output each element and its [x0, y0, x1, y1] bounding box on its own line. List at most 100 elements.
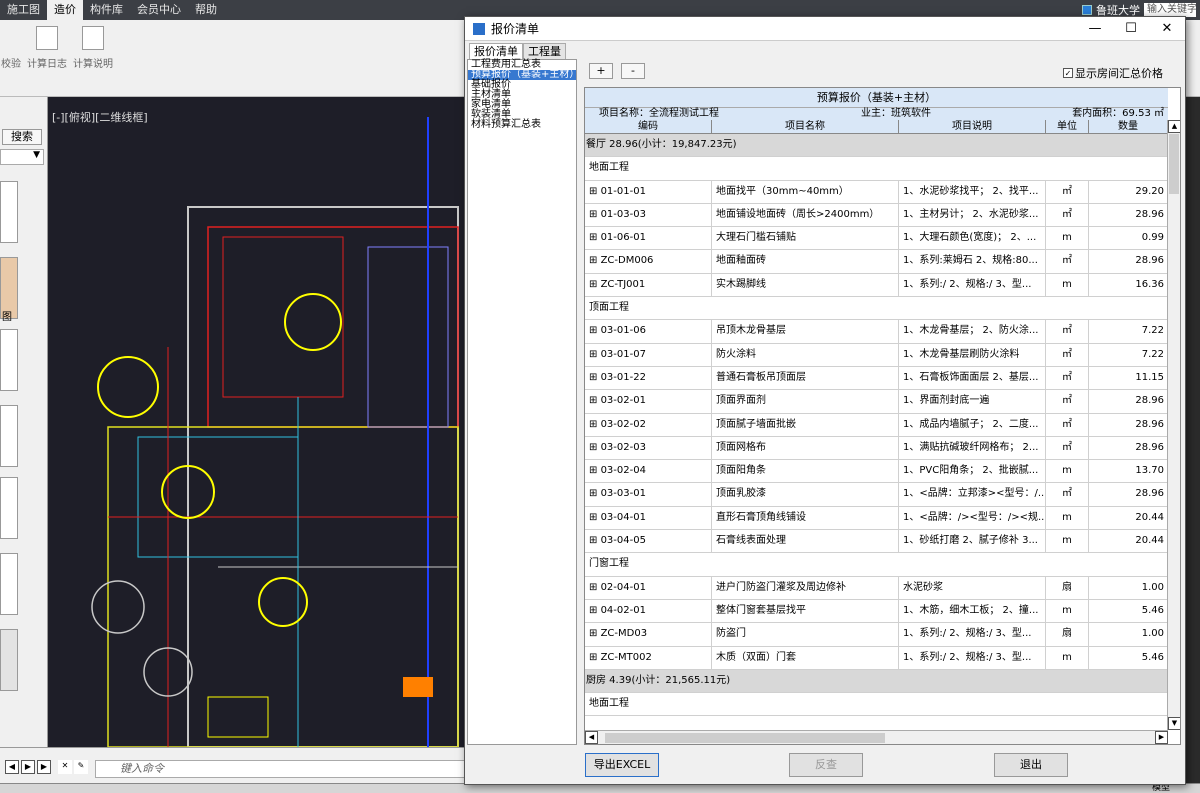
table-row[interactable]: ⊞ 01-03-03 地面铺设地面砖（周长>2400mm） 1、主材另计； 2、水泥… — [585, 203, 1168, 228]
close-cmd-icon[interactable]: ✕ — [58, 760, 72, 774]
col-unit[interactable]: 单位 — [1046, 120, 1089, 134]
tab-quote-list[interactable]: 报价清单 — [469, 43, 523, 59]
nav-last-icon[interactable]: ▶ — [37, 760, 51, 774]
tree-item-material-budget[interactable]: 材料预算汇总表 — [468, 120, 576, 130]
command-input[interactable]: 键入命令 — [95, 760, 465, 778]
search-button[interactable]: 搜索 — [2, 129, 42, 145]
col-code[interactable]: 编码 — [585, 120, 712, 134]
calc-explain-button[interactable]: 计算说明 — [72, 26, 114, 70]
close-icon[interactable]: ✕ — [1149, 17, 1185, 41]
table-row[interactable]: ⊞ ZC-TJ001 实木踢脚线 1、系列:/ 2、规格:/ 3、型... m 16.3… — [585, 273, 1168, 298]
section-row[interactable]: 门窗工程 — [585, 553, 1168, 577]
table-row[interactable]: ⊞ 01-01-01 地面找平（30mm~40mm） 1、水泥砂浆找平； 2、找平.… — [585, 180, 1168, 204]
menu-zaojia[interactable]: 造价 — [47, 0, 83, 20]
expand-row-icon[interactable]: ⊞ — [589, 186, 601, 197]
table-row[interactable]: ⊞ 03-03-01 顶面乳胶漆 1、<品牌：立邦漆><型号：/... ㎡ 28.96 — [585, 483, 1168, 507]
group-row[interactable]: 餐厅 28.96(小计：19,847.23元) — [585, 134, 1168, 158]
col-name[interactable]: 项目名称 — [712, 120, 899, 134]
expand-row-icon[interactable]: ⊞ — [589, 488, 601, 499]
wrench-icon[interactable]: ✎ — [74, 760, 88, 774]
keyword-search-input[interactable]: 输入关键字 — [1144, 3, 1196, 17]
table-row[interactable]: ⊞ 03-01-22 普通石膏板吊顶面层 1、石膏板饰面面层 2、基层... ㎡ 11.… — [585, 366, 1168, 391]
cell-code-text: 03-03-01 — [600, 488, 646, 500]
expand-row-icon[interactable]: ⊞ — [589, 372, 601, 383]
check-button[interactable]: 校验 — [0, 26, 22, 70]
expand-row-icon[interactable]: ⊞ — [589, 232, 601, 243]
component-tile-door[interactable] — [0, 477, 18, 539]
expand-row-icon[interactable]: ⊞ — [589, 325, 601, 336]
section-row[interactable]: 地面工程 — [585, 157, 1168, 181]
table-row[interactable]: ⊞ 03-01-07 防火涂料 1、木龙骨基层刷防火涂料㎡ 7.22 — [585, 343, 1168, 367]
section-row[interactable]: 顶面工程 — [585, 297, 1168, 321]
table-row[interactable]: ⊞ 03-01-06 吊顶木龙骨基层 1、木龙骨基层； 2、防火涂... ㎡ 7.22 — [585, 320, 1168, 344]
table-row[interactable]: ⊞ 03-04-01 直形石膏顶角线铺设 1、<品牌：/><型号：/><规... m 2… — [585, 506, 1168, 531]
expand-row-icon[interactable]: ⊞ — [589, 582, 601, 593]
table-row[interactable]: ⊞ 03-04-05 石膏线表面处理 1、砂纸打磨 2、腻子修补 3... m 20.4… — [585, 530, 1168, 554]
nav-prev-icon[interactable]: ◀ — [5, 760, 19, 774]
expand-row-icon[interactable]: ⊞ — [589, 255, 601, 266]
menu-goujianku[interactable]: 构件库 — [83, 0, 130, 20]
col-qty[interactable]: 数量 — [1089, 120, 1168, 134]
table-row[interactable]: ⊞ ZC-MD03 防盗门 1、系列:/ 2、规格:/ 3、型... 扇 1.00 — [585, 623, 1168, 647]
scroll-left-icon[interactable]: ◀ — [585, 731, 598, 744]
expand-row-icon[interactable]: ⊞ — [589, 652, 601, 663]
cad-canvas[interactable]: [-][俯视][二维线框] — [48, 97, 466, 747]
expand-all-button[interactable]: + — [589, 63, 613, 79]
cell-code-text: 01-03-03 — [600, 208, 646, 220]
component-tile-panel[interactable] — [0, 405, 18, 467]
expand-row-icon[interactable]: ⊞ — [589, 512, 601, 523]
maximize-icon[interactable]: ☐ — [1113, 17, 1149, 41]
cell-code-text: 01-01-01 — [600, 185, 646, 197]
scroll-right-icon[interactable]: ▶ — [1155, 731, 1168, 744]
nav-next-icon[interactable]: ▶ — [21, 760, 35, 774]
component-tile-cube[interactable] — [0, 181, 18, 243]
expand-row-icon[interactable]: ⊞ — [589, 628, 601, 639]
col-desc[interactable]: 项目说明 — [899, 120, 1046, 134]
expand-row-icon[interactable]: ⊞ — [589, 442, 601, 453]
expand-row-icon[interactable]: ⊞ — [589, 279, 601, 290]
exit-button[interactable]: 退出 — [994, 753, 1068, 777]
table-row[interactable]: ⊞ 03-02-04 顶面阳角条 1、PVC阳角条； 2、批嵌腻... m 13.70 — [585, 460, 1168, 484]
table-row[interactable]: ⊞ 02-04-01 进户门防盗门灌浆及周边修补 水泥砂浆扇 1.00 — [585, 576, 1168, 600]
layout-icon[interactable] — [1082, 5, 1092, 15]
cell-unit: m — [1046, 227, 1089, 250]
table-row[interactable]: ⊞ 03-02-03 顶面网格布 1、满贴抗碱玻纤网格布； 2... ㎡ 28.96 — [585, 436, 1168, 461]
section-row[interactable]: 地面工程 — [585, 693, 1168, 717]
component-tile-window[interactable] — [0, 553, 18, 615]
expand-row-icon[interactable]: ⊞ — [589, 419, 601, 430]
show-room-total-checkbox[interactable]: ✓ 显示房间汇总价格 — [1063, 65, 1163, 81]
component-tile-line[interactable] — [0, 329, 18, 391]
export-excel-button[interactable]: 导出EXCEL — [585, 753, 659, 777]
category-dropdown[interactable]: ▼ — [0, 149, 44, 165]
menu-shigongtu[interactable]: 施工图 — [0, 0, 47, 20]
table-row[interactable]: ⊞ ZC-MT002 木质（双面）门套 1、系列:/ 2、规格:/ 3、型... m 5… — [585, 646, 1168, 670]
minimize-icon[interactable]: — — [1077, 17, 1113, 41]
vertical-scrollbar[interactable]: ▲ ▼ — [1167, 120, 1180, 730]
expand-row-icon[interactable]: ⊞ — [589, 465, 601, 476]
expand-row-icon[interactable]: ⊞ — [589, 535, 601, 546]
group-row[interactable]: 厨房 4.39(小计：21,565.11元) — [585, 669, 1168, 694]
horizontal-scrollbar[interactable]: ◀ ▶ — [585, 730, 1168, 744]
table-row[interactable]: ⊞ 04-02-01 整体门窗套基层找平 1、木筋，细木工板； 2、撞... m 5.4… — [585, 599, 1168, 624]
cell-code: ⊞ 03-01-22 — [585, 366, 712, 390]
hscroll-thumb[interactable] — [605, 733, 885, 743]
table-row[interactable]: ⊞ 03-02-01 顶面界面剂 1、界面剂封底一遍㎡ 28.96 — [585, 390, 1168, 414]
vscroll-thumb[interactable] — [1169, 134, 1179, 194]
menu-huiyuan[interactable]: 会员中心 — [130, 0, 188, 20]
tab-quantity[interactable]: 工程量 — [523, 43, 566, 59]
expand-row-icon[interactable]: ⊞ — [589, 349, 601, 360]
expand-row-icon[interactable]: ⊞ — [589, 209, 601, 220]
calc-log-button[interactable]: 计算日志 — [26, 26, 68, 70]
component-tile-cabinet[interactable] — [0, 629, 18, 691]
expand-row-icon[interactable]: ⊞ — [589, 395, 601, 406]
menu-help[interactable]: 帮助 — [188, 0, 224, 20]
expand-row-icon[interactable]: ⊞ — [589, 605, 601, 616]
table-row[interactable]: ⊞ 03-02-02 顶面腻子墙面批嵌 1、成品内墙腻子； 2、二度... ㎡ 28.9… — [585, 413, 1168, 437]
table-row[interactable]: ⊞ ZC-DM006 地面釉面砖 1、系列:莱姆石 2、规格:80... ㎡ 28.96 — [585, 250, 1168, 274]
scroll-up-icon[interactable]: ▲ — [1168, 120, 1180, 133]
reverse-lookup-button[interactable]: 反查 — [789, 753, 863, 777]
cell-desc: 1、成品内墙腻子； 2、二度... — [899, 413, 1046, 436]
collapse-all-button[interactable]: - — [621, 63, 645, 79]
table-row[interactable]: ⊞ 01-06-01 大理石门槛石铺贴 1、大理石颜色(宽度)； 2、... m 0.9… — [585, 227, 1168, 251]
scroll-down-icon[interactable]: ▼ — [1168, 717, 1180, 730]
